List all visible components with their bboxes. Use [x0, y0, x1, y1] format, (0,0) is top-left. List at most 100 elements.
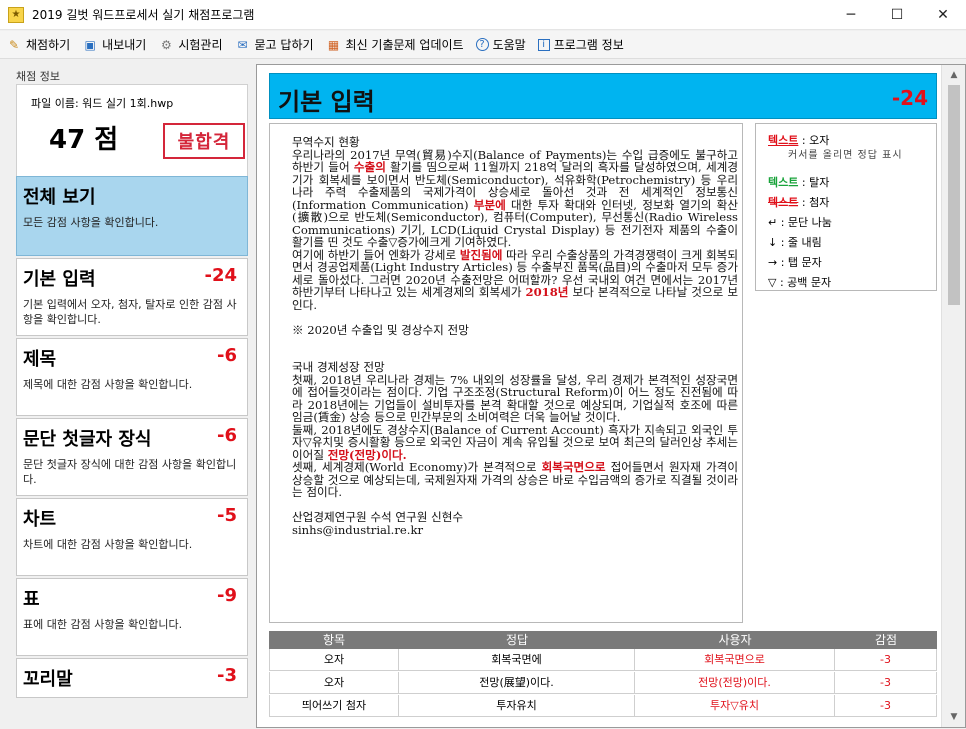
detail-panel: 기본 입력 -24 무역수지 현황 우리나라의 2017년 무역(貿易)수지(B…: [256, 64, 966, 728]
col-header-deduction: 감점: [835, 631, 937, 649]
category-score: -24: [204, 265, 237, 286]
maximize-button[interactable]: ☐: [874, 0, 920, 30]
table-cell: 투자유치: [399, 695, 635, 717]
category-score: -6: [217, 345, 237, 366]
update-button[interactable]: ▦ 최신 기출문제 업데이트: [326, 36, 464, 53]
doc-paragraph-4: 둘째, 2018년에도 경상수지(Balance of Current Acco…: [292, 422, 742, 462]
window-title: 2019 길벗 워드프로세서 실기 채점프로그램: [32, 8, 255, 22]
title-bar: ★ 2019 길벗 워드프로세서 실기 채점프로그램 ─ ☐ ✕: [0, 0, 966, 30]
category-title: 제목: [23, 349, 57, 370]
fail-stamp: 불합격: [163, 123, 245, 159]
update-label: 최신 기출문제 업데이트: [345, 38, 464, 52]
save-icon: ▣: [84, 37, 96, 52]
scroll-down-icon[interactable]: ▼: [946, 709, 962, 725]
doc-email: sinhs@industrial.re.kr: [292, 522, 424, 537]
table-cell: -3: [835, 695, 937, 717]
help-icon: ?: [475, 38, 489, 51]
grade-button[interactable]: ✎ 채점하기: [6, 36, 70, 53]
category-title: 표: [23, 589, 40, 610]
table-cell: 오자: [269, 649, 399, 671]
table-cell: 회복국면에: [399, 649, 635, 671]
category-drop-cap[interactable]: 문단 첫글자 장식 -6 문단 첫글자 장식에 대한 감점 사항을 확인합니다.: [16, 418, 248, 496]
category-title: 꼬리말: [23, 669, 73, 690]
pencil-icon: ✎: [8, 37, 20, 52]
close-button[interactable]: ✕: [920, 0, 966, 30]
category-desc: 제목에 대한 감점 사항을 확인합니다.: [23, 378, 193, 391]
col-header-answer: 정답: [399, 631, 635, 649]
category-chart[interactable]: 차트 -5 차트에 대한 감점 사항을 확인합니다.: [16, 498, 248, 576]
category-all[interactable]: 전체 보기 모든 감점 사항을 확인합니다.: [16, 176, 248, 256]
settings-icon: ⚙: [160, 37, 172, 52]
gift-icon: ▦: [327, 37, 340, 52]
table-cell: 투자▽유치: [635, 695, 835, 717]
category-score: -5: [217, 505, 237, 526]
category-footer[interactable]: 꼬리말 -3: [16, 658, 248, 698]
qa-label: 묻고 답하기: [254, 38, 314, 52]
scroll-up-icon[interactable]: ▲: [946, 67, 962, 83]
scroll-thumb[interactable]: [948, 85, 960, 305]
doc-paragraph-1: 우리나라의 2017년 무역(貿易)수지(Balance of Payments…: [292, 147, 742, 249]
export-label: 내보내기: [102, 38, 147, 52]
category-table[interactable]: 표 -9 표에 대한 감점 사항을 확인합니다.: [16, 578, 248, 656]
legend-tab: → : 탭 문자: [768, 256, 822, 269]
legend-missing: 텍스트 : 탈자: [768, 176, 830, 189]
doc-paragraph-3: 첫째, 2018년 우리나라 경제는 7% 내외의 성장률을 달성, 우리 경제…: [292, 372, 742, 424]
doc-note: ※ 2020년 수출입 및 경상수지 전망: [292, 322, 469, 337]
legend-line-break: ↓ : 줄 내림: [768, 236, 822, 249]
detail-title: 기본 입력: [278, 88, 375, 116]
file-name: 파일 이름: 워드 실기 1회.hwp: [31, 97, 174, 110]
app-icon: ★: [8, 6, 24, 23]
info-section-label: 채점 정보: [16, 70, 60, 83]
left-panel: 채점 정보 파일 이름: 워드 실기 1회.hwp 47 점 불합격 전체 보기…: [8, 64, 248, 728]
toolbar: ✎ 채점하기 ▣ 내보내기 ⚙ 시험관리 ✉ 묻고 답하기 ▦ 최신 기출문제 …: [0, 31, 966, 59]
program-info-button[interactable]: i 프로그램 정보: [537, 36, 624, 53]
help-label: 도움말: [492, 38, 526, 52]
document-text: 무역수지 현황 우리나라의 2017년 무역(貿易)수지(Balance of …: [292, 136, 738, 536]
legend-extra: 텍스트 : 첨자: [768, 196, 830, 209]
category-title: 차트: [23, 509, 57, 530]
export-button[interactable]: ▣ 내보내기: [82, 36, 147, 53]
total-score: 47 점: [49, 125, 119, 155]
col-header-user: 사용자: [635, 631, 835, 649]
category-desc: 문단 첫글자 장식에 대한 감점 사항을 확인합니다.: [23, 458, 237, 486]
doc-paragraph-2: 여기에 하반기 들어 엔화가 강세로 발진됨에 따라 우리 수출상품의 가격경쟁…: [292, 247, 742, 312]
deduction-table: 항목 정답 사용자 감점 오자 회복국면에 회복국면으로 -3 오자 전망(展望…: [269, 631, 937, 729]
legend-para-break: ↵ : 문단 나눔: [768, 216, 832, 229]
category-basic-input[interactable]: 기본 입력 -24 기본 입력에서 오자, 첨자, 탈자로 인한 감점 사항을 …: [16, 258, 248, 336]
legend-box: 텍스트 : 오자 커서를 올리면 정답 표시 텍스트 : 탈자 텍스트 : 첨자…: [755, 123, 937, 291]
table-cell: 띄어쓰기 첨자: [269, 695, 399, 717]
category-desc: 기본 입력에서 오자, 첨자, 탈자로 인한 감점 사항을 확인합니다.: [23, 298, 237, 326]
typo-mark[interactable]: 2018년: [526, 285, 569, 299]
detail-header: 기본 입력 -24: [269, 73, 937, 119]
category-score: -6: [217, 425, 237, 446]
info-icon: i: [537, 38, 550, 51]
table-cell: 전망(展望)이다.: [399, 672, 635, 694]
category-title-section[interactable]: 제목 -6 제목에 대한 감점 사항을 확인합니다.: [16, 338, 248, 416]
category-score: -3: [217, 665, 237, 686]
table-cell: 오자: [269, 672, 399, 694]
document-preview: 무역수지 현황 우리나라의 2017년 무역(貿易)수지(Balance of …: [269, 123, 743, 623]
legend-space: ▽ : 공백 문자: [768, 276, 832, 289]
minimize-button[interactable]: ─: [828, 0, 874, 30]
detail-score: -24: [891, 86, 928, 110]
legend-typo-hint: 커서를 올리면 정답 표시: [788, 150, 903, 161]
category-title: 전체 보기: [23, 187, 96, 208]
grade-label: 채점하기: [26, 38, 71, 52]
exam-manage-label: 시험관리: [178, 38, 223, 52]
qa-icon: ✉: [237, 37, 248, 52]
col-header-item: 항목: [269, 631, 399, 649]
vertical-scrollbar[interactable]: ▲ ▼: [941, 65, 965, 727]
table-cell: 회복국면으로: [635, 649, 835, 671]
program-info-label: 프로그램 정보: [553, 38, 624, 52]
category-title: 기본 입력: [23, 269, 96, 290]
qa-button[interactable]: ✉ 묻고 답하기: [235, 36, 314, 53]
exam-manage-button[interactable]: ⚙ 시험관리: [158, 36, 223, 53]
table-cell: 전망(전망)이다.: [635, 672, 835, 694]
category-desc: 표에 대한 감점 사항을 확인합니다.: [23, 618, 183, 631]
category-desc: 모든 감점 사항을 확인합니다.: [23, 216, 159, 229]
help-button[interactable]: ? 도움말: [475, 36, 526, 53]
category-title: 문단 첫글자 장식: [23, 429, 152, 450]
table-cell: -3: [835, 672, 937, 694]
table-cell: -3: [835, 649, 937, 671]
category-score: -9: [217, 585, 237, 606]
